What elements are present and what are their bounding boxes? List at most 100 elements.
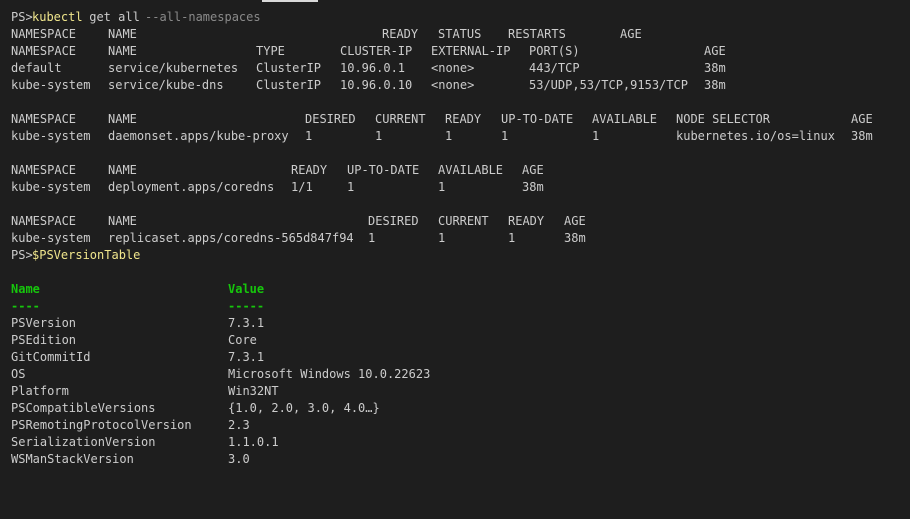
cell: kube-system: [11, 129, 91, 143]
terminal-window[interactable]: PS> kubectl get all --all-namespaces NAM…: [0, 0, 910, 478]
cell: 1: [592, 129, 600, 143]
version-value: 2.3: [228, 418, 250, 432]
col-header: NAME: [108, 27, 137, 41]
command-flag: --all-namespaces: [145, 10, 261, 24]
table-row: kube-system service/kube-dns ClusterIP 1…: [11, 77, 726, 94]
version-key: GitCommitId: [11, 350, 91, 364]
cell: 53/UDP,53/TCP,9153/TCP: [529, 78, 688, 92]
version-value: 1.1.0.1: [228, 435, 279, 449]
cell: 1: [368, 231, 376, 245]
section2-header: NAMESPACE NAME DESIRED CURRENT READY UP-…: [11, 111, 873, 128]
cell: 38m: [564, 231, 586, 245]
col-header: NODE SELECTOR: [676, 112, 770, 126]
col-header: AGE: [522, 163, 544, 177]
version-value: Core: [228, 333, 257, 347]
table-row: default service/kubernetes ClusterIP 10.…: [11, 60, 726, 77]
version-key: PSRemotingProtocolVersion: [11, 418, 192, 432]
terminal-top-edge: [0, 0, 910, 3]
table-row: WSManStackVersion 3.0: [11, 451, 250, 468]
col-header: AGE: [851, 112, 873, 126]
col-header: NAME: [108, 112, 137, 126]
command-name: $PSVersionTable: [32, 248, 141, 262]
cell: 443/TCP: [529, 61, 580, 75]
cell: 38m: [522, 180, 544, 194]
cell: kube-system: [11, 231, 91, 245]
col-header: STATUS: [438, 27, 482, 41]
cell: daemonset.apps/kube-proxy: [108, 129, 289, 143]
cell: service/kubernetes: [108, 61, 239, 75]
command-name: kubectl: [32, 10, 83, 24]
col-header: TYPE: [256, 44, 285, 58]
cell: 1: [438, 231, 446, 245]
table-row: Platform Win32NT: [11, 383, 279, 400]
col-header: CLUSTER-IP: [340, 44, 413, 58]
col-header: AVAILABLE: [592, 112, 658, 126]
table-row: PSRemotingProtocolVersion 2.3: [11, 417, 250, 434]
col-header: CURRENT: [375, 112, 426, 126]
col-header: CURRENT: [438, 214, 489, 228]
col-header: NAME: [108, 214, 137, 228]
cell: <none>: [431, 78, 475, 92]
section4-header: NAMESPACE NAME DESIRED CURRENT READY AGE: [11, 213, 586, 230]
prompt-line-kubectl: PS> kubectl get all --all-namespaces: [11, 9, 261, 26]
cell: 10.96.0.1: [340, 61, 406, 75]
col-header: READY: [382, 27, 419, 41]
cell: 1/1: [291, 180, 313, 194]
table-row: SerializationVersion 1.1.0.1: [11, 434, 279, 451]
version-key: Platform: [11, 384, 69, 398]
tab-indicator: [262, 0, 318, 2]
col-header: EXTERNAL-IP: [431, 44, 511, 58]
col-header: AGE: [564, 214, 586, 228]
col-header: NAMESPACE: [11, 214, 77, 228]
col-header: READY: [445, 112, 482, 126]
version-value: 7.3.1: [228, 350, 265, 364]
version-key: SerializationVersion: [11, 435, 156, 449]
version-key: OS: [11, 367, 26, 381]
col-header: DESIRED: [368, 214, 419, 228]
version-key: WSManStackVersion: [11, 452, 134, 466]
cell: kube-system: [11, 78, 91, 92]
cell: 1: [347, 180, 355, 194]
col-header: AGE: [704, 44, 726, 58]
cell: deployment.apps/coredns: [108, 180, 275, 194]
col-header: NAME: [108, 44, 137, 58]
cell: 1: [445, 129, 453, 143]
version-key: PSEdition: [11, 333, 77, 347]
table-row: kube-system daemonset.apps/kube-proxy 1 …: [11, 128, 873, 145]
header-underline: -----: [228, 299, 265, 313]
col-header: NAMESPACE: [11, 27, 77, 41]
version-value: Win32NT: [228, 384, 279, 398]
prompt-symbol: PS>: [11, 10, 33, 24]
col-header: NAMESPACE: [11, 112, 77, 126]
col-header: READY: [508, 214, 545, 228]
table-row: PSVersion 7.3.1: [11, 315, 264, 332]
col-header: UP-TO-DATE: [501, 112, 574, 126]
table-row: kube-system deployment.apps/coredns 1/1 …: [11, 179, 544, 196]
command-args: get all: [82, 10, 148, 24]
cell: ClusterIP: [256, 61, 322, 75]
col-header: PORT(S): [529, 44, 580, 58]
version-key: PSCompatibleVersions: [11, 401, 156, 415]
cell: 1: [508, 231, 516, 245]
header-underline: ----: [11, 299, 40, 313]
col-header-value: Value: [228, 282, 265, 296]
cell: ClusterIP: [256, 78, 322, 92]
section1-header1: NAMESPACE NAME READY STATUS RESTARTS AGE: [11, 26, 642, 43]
cell: replicaset.apps/coredns-565d847f94: [108, 231, 354, 245]
col-header: RESTARTS: [508, 27, 566, 41]
cell: 1: [305, 129, 313, 143]
col-header-name: Name: [11, 282, 40, 296]
cell: 1: [375, 129, 383, 143]
col-header: READY: [291, 163, 328, 177]
cell: 38m: [851, 129, 873, 143]
cell: kube-system: [11, 180, 91, 194]
cell: 1: [438, 180, 446, 194]
col-header: NAMESPACE: [11, 44, 77, 58]
cell: 1: [501, 129, 509, 143]
col-header: NAMESPACE: [11, 163, 77, 177]
table-row: kube-system replicaset.apps/coredns-565d…: [11, 230, 586, 247]
table-row: PSEdition Core: [11, 332, 257, 349]
prompt-line-psversiontable: PS> $PSVersionTable: [11, 247, 140, 264]
cell: default: [11, 61, 62, 75]
version-value: Microsoft Windows 10.0.22623: [228, 367, 431, 381]
